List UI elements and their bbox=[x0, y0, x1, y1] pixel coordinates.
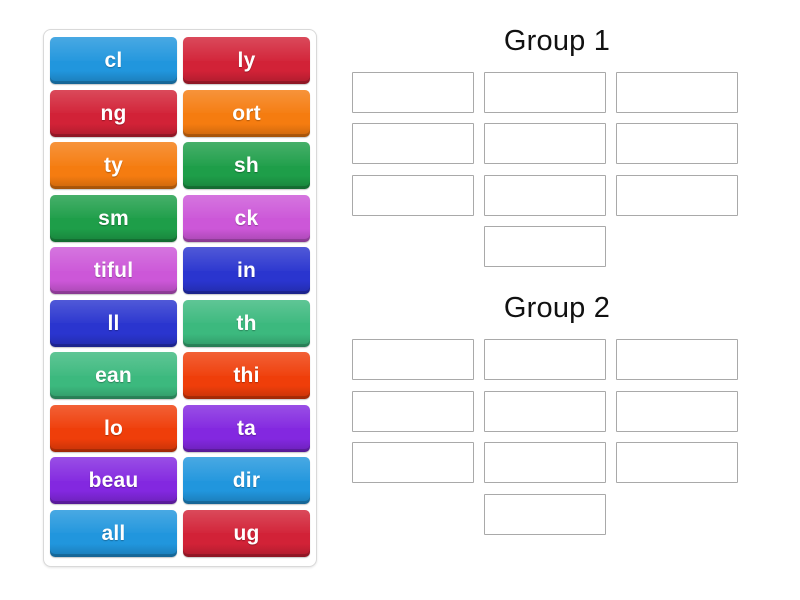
drop-slot[interactable] bbox=[484, 493, 606, 535]
group-title-1: Group 1 bbox=[503, 25, 611, 57]
word-tile[interactable]: ean bbox=[50, 352, 177, 399]
drop-slot[interactable] bbox=[352, 123, 474, 165]
drop-slot[interactable] bbox=[484, 390, 606, 432]
drop-slot[interactable] bbox=[352, 339, 474, 381]
word-tile[interactable]: dir bbox=[183, 457, 310, 504]
drop-slot-grid-2 bbox=[352, 339, 762, 535]
word-tile-label: in bbox=[236, 259, 257, 282]
word-tile[interactable]: ly bbox=[183, 37, 310, 84]
word-tile[interactable]: beau bbox=[50, 457, 177, 504]
word-tile-label: ly bbox=[237, 49, 256, 72]
word-tile[interactable]: ug bbox=[183, 509, 310, 557]
word-tile[interactable]: th bbox=[183, 299, 310, 347]
word-tile-label: ll bbox=[107, 311, 120, 335]
word-tile[interactable]: ll bbox=[50, 299, 177, 347]
word-tile-label: tiful bbox=[93, 259, 134, 282]
drop-slot-grid-1 bbox=[352, 71, 762, 268]
drop-slot[interactable] bbox=[616, 123, 738, 165]
word-tile-label: ty bbox=[103, 154, 124, 177]
drop-slot[interactable] bbox=[352, 174, 474, 216]
word-tile-label: ng bbox=[100, 101, 127, 125]
word-tile-label: sh bbox=[234, 154, 259, 177]
drop-slot[interactable] bbox=[484, 174, 606, 216]
word-tile-label: beau bbox=[88, 469, 139, 492]
drop-slot[interactable] bbox=[484, 71, 606, 113]
word-tile[interactable]: ty bbox=[50, 142, 177, 189]
drop-slot[interactable] bbox=[484, 226, 606, 268]
word-tile-label: ug bbox=[233, 521, 260, 545]
word-tile[interactable]: sh bbox=[183, 142, 310, 189]
word-tile[interactable]: in bbox=[183, 247, 310, 294]
word-tile-label: thi bbox=[233, 364, 260, 387]
word-tile[interactable]: tiful bbox=[50, 247, 177, 294]
word-tile[interactable]: ng bbox=[50, 89, 177, 137]
group-title-2: Group 2 bbox=[503, 292, 611, 325]
group-block-1: Group 1 bbox=[352, 25, 762, 268]
word-bank-panel: cl ly ng ort ty sh sm ck tiful in ll th ean thi lo ta be… bbox=[43, 29, 317, 567]
word-tile[interactable]: ck bbox=[183, 194, 310, 242]
drop-slot[interactable] bbox=[352, 71, 474, 113]
word-tile-label: lo bbox=[103, 416, 124, 440]
word-tile[interactable]: sm bbox=[50, 194, 177, 242]
drop-slot[interactable] bbox=[616, 71, 738, 113]
word-tile[interactable]: lo bbox=[50, 404, 177, 452]
word-tile-grid: cl ly ng ort ty sh sm ck tiful in ll th ean thi lo ta be… bbox=[50, 37, 310, 559]
word-tile-label: all bbox=[101, 521, 126, 545]
drop-slot[interactable] bbox=[484, 339, 606, 381]
drop-slot[interactable] bbox=[616, 339, 738, 381]
drop-slot[interactable] bbox=[616, 442, 738, 484]
word-tile-label: ck bbox=[234, 206, 259, 230]
word-tile[interactable]: ta bbox=[183, 404, 310, 452]
word-tile[interactable]: all bbox=[50, 509, 177, 557]
groups-container: Group 1 Group 2 bbox=[352, 25, 762, 539]
drop-slot[interactable] bbox=[616, 174, 738, 216]
word-tile-label: ean bbox=[95, 364, 132, 387]
drop-slot[interactable] bbox=[616, 390, 738, 432]
word-tile-label: ta bbox=[236, 416, 257, 440]
drop-slot[interactable] bbox=[484, 442, 606, 484]
word-tile-label: cl bbox=[104, 49, 123, 72]
word-tile[interactable]: cl bbox=[50, 37, 177, 84]
word-tile-label: dir bbox=[232, 469, 261, 492]
drop-slot[interactable] bbox=[352, 390, 474, 432]
group-block-2: Group 2 bbox=[352, 292, 762, 535]
word-tile-label: sm bbox=[98, 206, 129, 230]
word-tile-label: th bbox=[236, 311, 257, 335]
drop-slot[interactable] bbox=[352, 442, 474, 484]
drop-slot[interactable] bbox=[484, 123, 606, 165]
word-tile[interactable]: thi bbox=[183, 352, 310, 399]
word-tile-label: ort bbox=[232, 101, 261, 125]
word-tile[interactable]: ort bbox=[183, 89, 310, 137]
